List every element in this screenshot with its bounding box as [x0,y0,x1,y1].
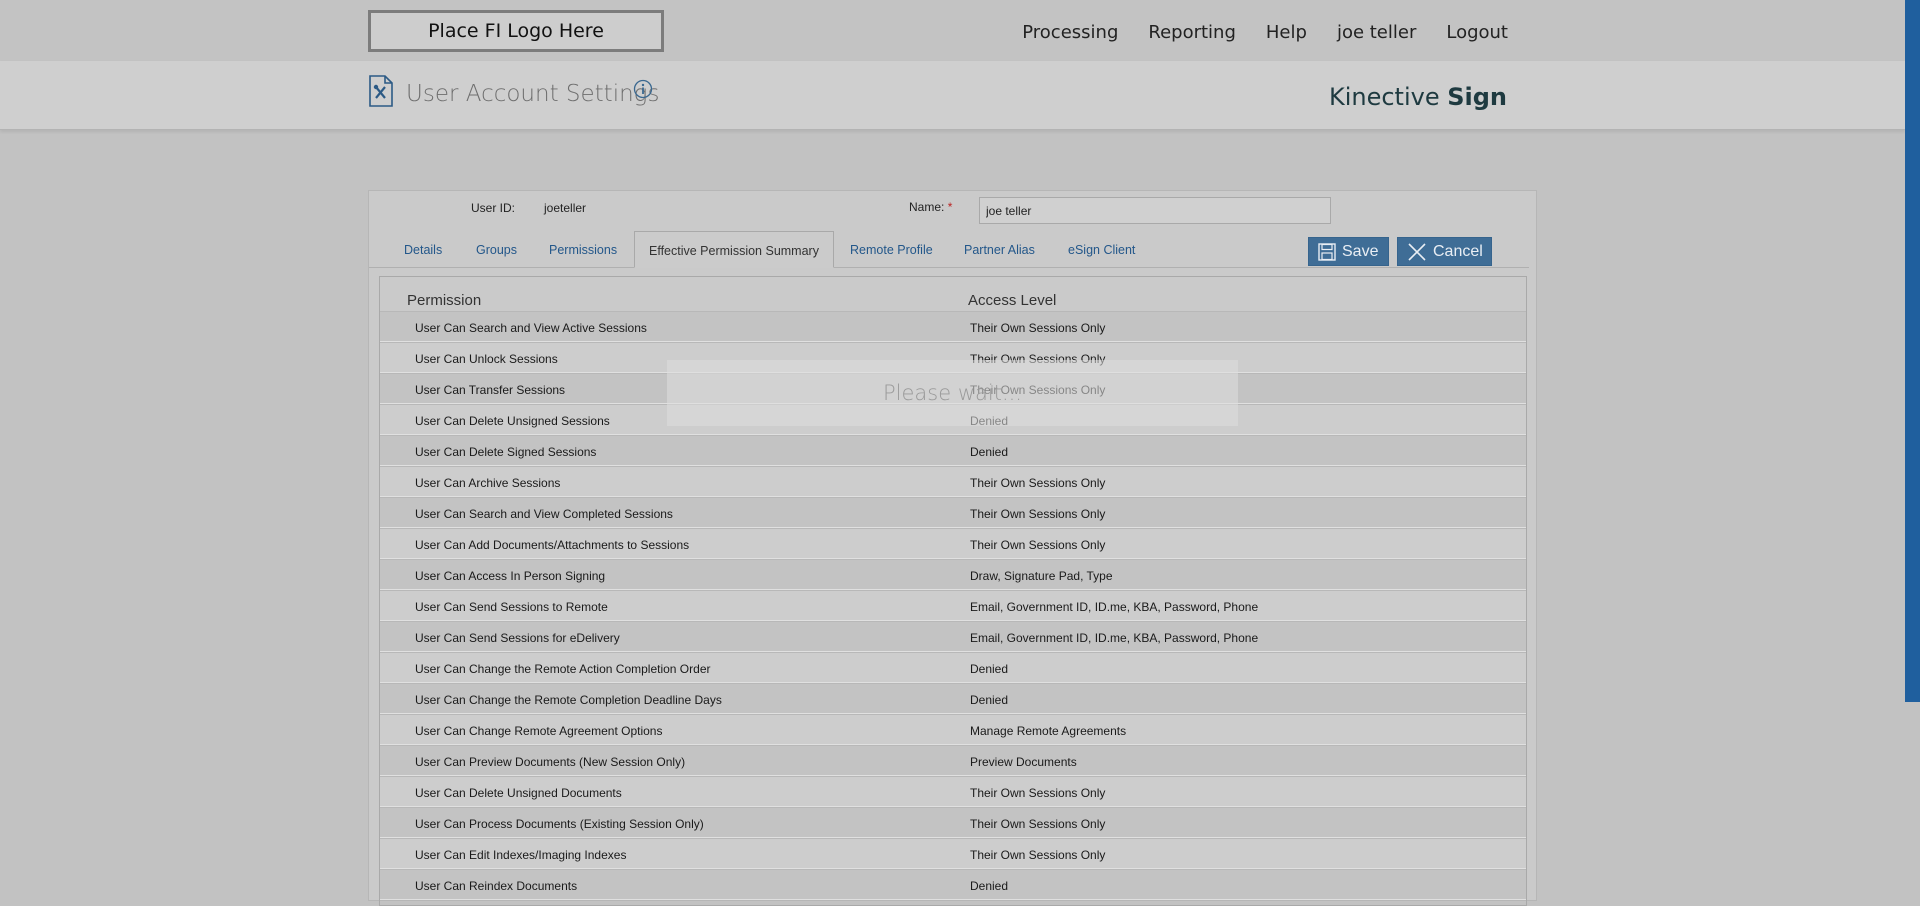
access-level: Their Own Sessions Only [970,538,1106,552]
tab-details[interactable]: Details [404,231,442,268]
table-row: User Can Access In Person Signing Draw, S… [380,559,1526,590]
nav-reporting[interactable]: Reporting [1148,22,1236,43]
table-row: User Can Send Sessions to Remote Email, G… [380,590,1526,621]
access-level: Denied [970,693,1009,707]
table-row: User Can Change Remote Agreement Options… [380,714,1526,745]
tab-esign-client[interactable]: eSign Client [1068,231,1135,268]
table-row: User Can Search and View Active Sessions… [380,311,1526,342]
table-row: User Can Edit Indexes/Imaging Indexes The… [380,838,1526,869]
table-row: User Can Preview Documents (New Session … [380,745,1526,776]
access-level: Email, Government ID, ID.me, KBA, Passwo… [970,631,1259,645]
permission-name: User Can Search and View Completed Sessi… [415,507,673,521]
page-header: User Account Settings Kinective Sign [0,61,1905,130]
page-title: User Account Settings [406,81,660,107]
table-row: User Can Reindex Documents Denied [380,869,1526,900]
access-level: Email, Government ID, ID.me, KBA, Passwo… [970,600,1259,614]
user-id-label: User ID: [471,201,516,215]
permission-name: User Can Reindex Documents [415,879,578,893]
name-label-text: Name: [909,200,945,214]
table-row: User Can Delete Signed Sessions Denied [380,435,1526,466]
nav-help[interactable]: Help [1266,22,1307,43]
permission-name: User Can Change the Remote Completion De… [415,693,722,707]
top-navigation-bar: Place FI Logo Here Processing Reporting … [0,0,1905,61]
name-label: Name: * [909,200,952,214]
document-settings-icon [368,75,394,112]
permission-name: User Can Send Sessions to Remote [415,600,608,614]
nav-user-menu[interactable]: joe teller [1337,22,1416,43]
access-level: Their Own Sessions Only [970,476,1106,490]
access-level: Their Own Sessions Only [970,786,1106,800]
cancel-button[interactable]: Cancel [1397,237,1492,266]
access-level: Manage Remote Agreements [970,724,1127,738]
permission-name: User Can Access In Person Signing [415,569,606,583]
brand-name-light: Kinective [1328,83,1440,111]
tab-effective-permission-summary[interactable]: Effective Permission Summary [634,231,834,268]
access-level: Denied [970,662,1009,676]
access-level: Draw, Signature Pad, Type [970,569,1113,583]
fi-logo-placeholder[interactable]: Place FI Logo Here [368,10,664,52]
table-row: User Can Add Documents/Attachments to Se… [380,528,1526,559]
nav-logout[interactable]: Logout [1446,22,1508,43]
access-level: Their Own Sessions Only [970,848,1106,862]
please-wait-text: Please wait... [883,381,1022,405]
table-header: Permission Access Level [380,277,1526,311]
permission-name: User Can Transfer Sessions [415,383,566,397]
table-row: User Can Send Sessions for eDelivery Emai… [380,621,1526,652]
loading-overlay: Please wait... [667,360,1238,426]
permission-name: User Can Preview Documents (New Session … [415,755,686,769]
logo-text: Place FI Logo Here [428,20,604,42]
column-header-access-level: Access Level [968,292,1057,309]
save-icon [1318,242,1336,261]
close-icon [1407,242,1427,262]
permission-name: User Can Process Documents (Existing Ses… [415,817,704,831]
required-mark: * [947,200,953,214]
permission-name: User Can Edit Indexes/Imaging Indexes [415,848,627,862]
user-id-value: joeteller [544,201,587,215]
permission-name: User Can Delete Unsigned Documents [415,786,622,800]
access-level: Denied [970,445,1009,459]
nav-processing[interactable]: Processing [1022,22,1118,43]
save-button-label: Save [1342,242,1379,260]
permission-name: User Can Delete Unsigned Sessions [415,414,610,428]
permission-name: User Can Archive Sessions [415,476,561,490]
permission-name: User Can Change the Remote Action Comple… [415,662,711,676]
table-row: User Can Search and View Completed Sessi… [380,497,1526,528]
brand-logo: Kinective Sign [1329,83,1507,111]
user-settings-panel: User ID: joeteller Name: * Details Group… [368,190,1537,906]
permission-name: User Can Search and View Active Sessions [415,321,647,335]
access-level: Preview Documents [970,755,1077,769]
table-row: User Can Archive Sessions Their Own Sessi… [380,466,1526,497]
permission-name: User Can Add Documents/Attachments to Se… [415,538,690,552]
name-input[interactable] [979,197,1331,224]
tab-partner-alias[interactable]: Partner Alias [964,231,1035,268]
table-row: User Can Change the Remote Action Comple… [380,652,1526,683]
access-level: Their Own Sessions Only [970,321,1106,335]
save-button[interactable]: Save [1308,237,1389,266]
table-row: User Can Change the Remote Completion De… [380,683,1526,714]
tab-groups[interactable]: Groups [476,231,517,268]
access-level: Their Own Sessions Only [970,817,1106,831]
info-icon[interactable] [633,79,653,104]
main-nav: Processing Reporting Help joe teller Log… [1022,22,1508,43]
cancel-button-label: Cancel [1433,242,1483,260]
permission-name: User Can Send Sessions for eDelivery [415,631,620,645]
permission-name: User Can Delete Signed Sessions [415,445,597,459]
tab-remote-profile[interactable]: Remote Profile [850,231,933,268]
permission-name: User Can Change Remote Agreement Options [415,724,663,738]
scroll-accent-bar[interactable] [1905,0,1920,702]
access-level: Their Own Sessions Only [970,507,1106,521]
permission-name: User Can Unlock Sessions [415,352,558,366]
tab-permissions[interactable]: Permissions [549,231,617,268]
brand-name-bold: Sign [1447,83,1507,111]
table-row: User Can Delete Unsigned Documents Their … [380,776,1526,807]
access-level: Denied [970,879,1009,893]
table-row: User Can Process Documents (Existing Ses… [380,807,1526,838]
column-header-permission: Permission [407,292,482,309]
